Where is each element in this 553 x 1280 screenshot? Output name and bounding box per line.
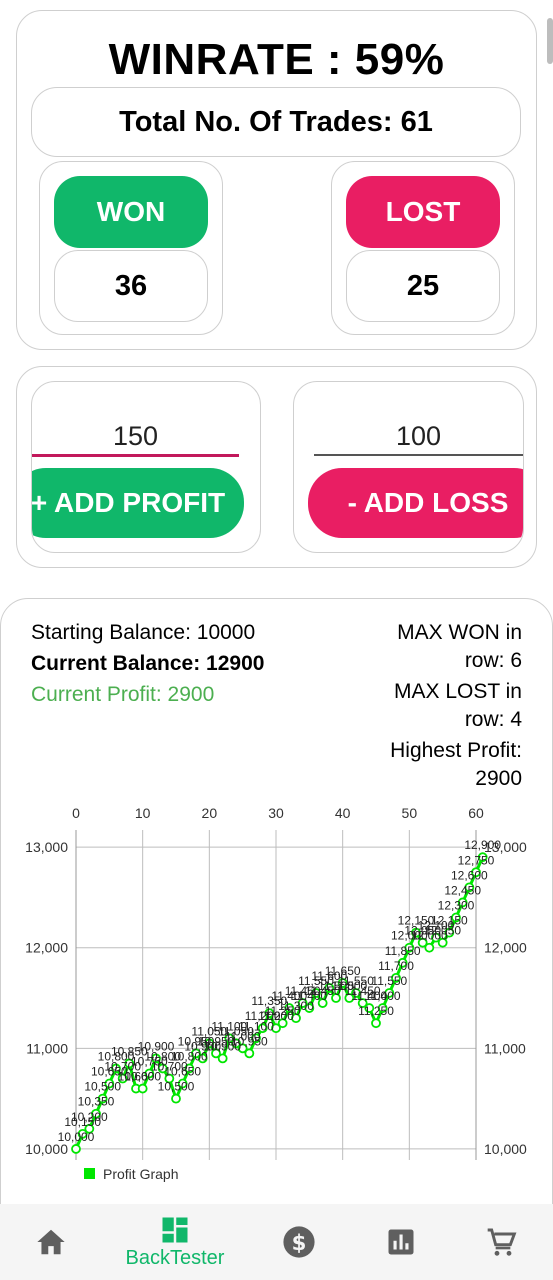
data-label: 12,900 (464, 838, 501, 852)
starting-balance: Starting Balance: 10000 (31, 621, 256, 644)
profit-input[interactable] (32, 416, 239, 456)
y-tick-label-right: 10,000 (484, 1141, 527, 1157)
x-tick-label: 0 (72, 805, 80, 821)
y-tick-label-left: 13,000 (25, 839, 68, 855)
data-point (371, 1018, 381, 1029)
nav-stats[interactable] (372, 1204, 430, 1280)
trade-input-card: + ADD PROFIT - ADD LOSS (16, 366, 537, 568)
add-loss-label: - ADD LOSS (347, 487, 509, 518)
data-label: 11,250 (358, 1004, 394, 1018)
data-label: 11,550 (371, 974, 407, 988)
won-count: 36 (114, 269, 148, 302)
loss-input[interactable] (314, 416, 523, 456)
data-label: 11,850 (385, 944, 421, 958)
y-tick-label-left: 11,000 (26, 1040, 68, 1056)
data-point (244, 1048, 255, 1059)
data-label: 11,700 (378, 959, 414, 973)
balance-info: Starting Balance: 10000 Current Balance:… (31, 617, 264, 710)
lost-card: LOST 25 (331, 161, 515, 335)
lost-badge: LOST (346, 176, 500, 248)
x-tick-label: 40 (335, 805, 351, 821)
max-lost-line1: MAX LOST in (394, 680, 522, 703)
y-tick-label-right: 11,000 (484, 1040, 526, 1056)
data-label: 10,350 (78, 1095, 115, 1109)
data-label: 10,000 (58, 1130, 95, 1144)
data-label: 10,500 (158, 1080, 195, 1094)
data-point (137, 1083, 148, 1094)
add-profit-button[interactable]: + ADD PROFIT (32, 468, 244, 538)
bar-chart-icon (388, 1229, 414, 1255)
won-badge: WON (54, 176, 208, 248)
data-label: 10,650 (164, 1065, 201, 1079)
nav-dollar[interactable]: $ (270, 1204, 328, 1280)
won-label: WON (96, 196, 166, 227)
streak-info: MAX WON in row: 6 MAX LOST in row: 4 Hig… (390, 619, 522, 793)
data-label: 12,600 (451, 868, 488, 882)
x-tick-label: 10 (135, 805, 151, 821)
highest-profit-line1: Highest Profit: (390, 739, 522, 762)
bottom-nav: BackTester $ (0, 1204, 553, 1280)
profit-panel: + ADD PROFIT (31, 381, 261, 553)
x-tick-label: 20 (202, 805, 218, 821)
won-card: WON 36 (39, 161, 223, 335)
svg-text:$: $ (292, 1231, 307, 1256)
y-tick-label-left: 12,000 (25, 940, 68, 956)
cart-icon (487, 1228, 517, 1256)
backtester-icon (162, 1217, 188, 1242)
highest-profit-line2: 2900 (475, 767, 522, 790)
dollar-icon: $ (283, 1226, 315, 1258)
lost-label: LOST (385, 196, 461, 227)
max-won-line1: MAX WON in (397, 621, 522, 644)
legend-label: Profit Graph (103, 1166, 178, 1182)
loss-panel: - ADD LOSS (293, 381, 524, 553)
x-tick-label: 30 (268, 805, 284, 821)
data-label: 12,450 (444, 883, 481, 897)
data-label: 10,950 (231, 1034, 268, 1048)
won-count-box: 36 (54, 250, 208, 322)
current-balance: Current Balance: 12900 (31, 652, 265, 675)
legend-swatch (84, 1168, 95, 1179)
home-icon (37, 1229, 65, 1255)
winrate-title: WINRATE : 59% (108, 35, 445, 84)
data-point (71, 1144, 81, 1154)
nav-home[interactable] (22, 1204, 80, 1280)
data-point (217, 1053, 228, 1064)
y-tick-label-right: 12,000 (484, 940, 527, 956)
data-label: 12,300 (438, 899, 475, 913)
current-profit: Current Profit: 2900 (31, 683, 215, 706)
lost-count-box: 25 (346, 250, 500, 322)
max-won-line2: row: 6 (464, 649, 522, 672)
page-scrollbar[interactable] (547, 18, 553, 64)
nav-backtester[interactable]: BackTester (110, 1204, 240, 1280)
data-label: 12,150 (431, 914, 468, 928)
profit-input-underline (32, 454, 239, 457)
nav-cart[interactable] (472, 1204, 530, 1280)
profit-chart: 0 10 20 30 40 50 60 10,000 10,000 11,000 11,000 12,… (25, 805, 527, 1182)
add-profit-label: + ADD PROFIT (32, 487, 226, 518)
data-label: 10,500 (84, 1080, 121, 1094)
loss-input-underline (314, 454, 523, 456)
lost-count: 25 (406, 269, 440, 302)
total-trades-label: Total No. Of Trades: 61 (119, 105, 433, 138)
x-tick-label: 60 (468, 805, 484, 821)
add-loss-button[interactable]: - ADD LOSS (308, 468, 523, 538)
stats-card: WINRATE : 59% Total No. Of Trades: 61 WO… (16, 10, 537, 350)
max-lost-line2: row: 4 (464, 708, 522, 731)
x-tick-label: 50 (402, 805, 418, 821)
nav-backtester-label: BackTester (125, 1246, 225, 1269)
data-label: 10,200 (71, 1110, 108, 1124)
data-label: 11,400 (365, 989, 401, 1003)
total-trades-box: Total No. Of Trades: 61 (31, 87, 521, 157)
data-point (171, 1093, 181, 1104)
data-label: 12,750 (458, 853, 495, 867)
data-point (424, 942, 435, 953)
